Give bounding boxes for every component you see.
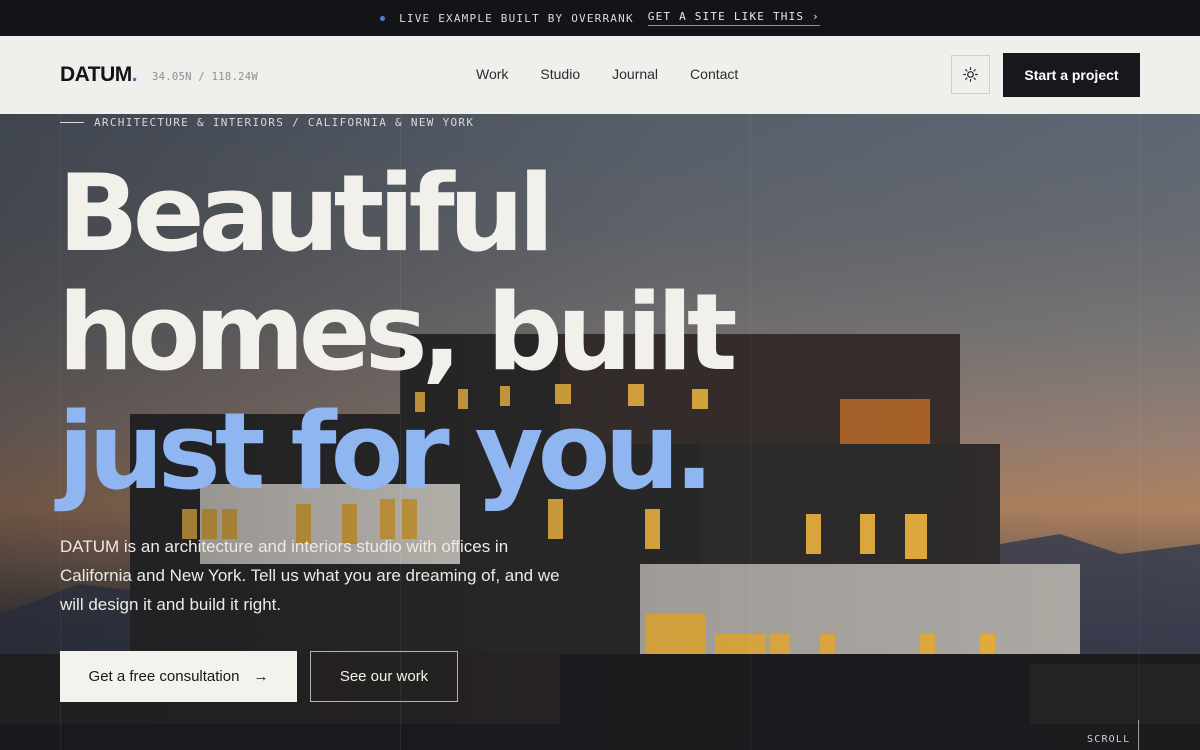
hero-headline: Beautiful homes, built just for you. xyxy=(58,152,738,513)
logo-period: . xyxy=(131,63,138,86)
logo-text: DATUM xyxy=(60,63,132,86)
eyebrow-text: ARCHITECTURE & INTERIORS / CALIFORNIA & … xyxy=(94,116,475,129)
eyebrow-rule xyxy=(60,122,84,123)
hero-eyebrow: ARCHITECTURE & INTERIORS / CALIFORNIA & … xyxy=(60,116,474,129)
logo[interactable]: DATUM. xyxy=(60,63,138,87)
see-work-button[interactable]: See our work xyxy=(310,651,458,702)
scroll-indicator-line xyxy=(1138,720,1139,750)
grid-line xyxy=(1139,114,1140,750)
theme-toggle-button[interactable] xyxy=(951,55,990,94)
nav-item-journal[interactable]: Journal xyxy=(612,66,658,82)
headline-line-1: Beautiful xyxy=(58,152,555,275)
status-dot-icon xyxy=(380,15,386,21)
site-header: DATUM. 34.05N / 118.24W Work Studio Jour… xyxy=(0,36,1200,114)
arrow-right-icon: → xyxy=(253,668,269,685)
headline-line-3: just for you. xyxy=(58,390,714,513)
hero-description: DATUM is an architecture and interiors s… xyxy=(60,537,560,614)
hero-section: ARCHITECTURE & INTERIORS / CALIFORNIA & … xyxy=(0,114,1200,750)
free-consultation-button[interactable]: Get a free consultation → xyxy=(60,651,297,702)
nav-item-contact[interactable]: Contact xyxy=(690,66,738,82)
grid-line xyxy=(750,114,751,750)
coordinates-label: 34.05N / 118.24W xyxy=(152,71,258,83)
get-site-link[interactable]: GET A SITE LIKE THIS › xyxy=(647,10,820,26)
nav-item-studio[interactable]: Studio xyxy=(540,66,580,82)
sun-icon xyxy=(963,67,978,82)
start-project-button[interactable]: Start a project xyxy=(1003,53,1140,97)
headline-line-2: homes, built xyxy=(58,271,738,394)
main-nav: Work Studio Journal Contact xyxy=(476,66,738,82)
nav-item-work[interactable]: Work xyxy=(476,66,508,82)
announcement-bar: LIVE EXAMPLE BUILT BY OVERRANK GET A SIT… xyxy=(0,0,1200,36)
announcement-text: LIVE EXAMPLE BUILT BY OVERRANK xyxy=(399,11,634,25)
scroll-label[interactable]: SCROLL xyxy=(1087,734,1130,745)
free-consultation-label: Get a free consultation xyxy=(88,668,240,685)
